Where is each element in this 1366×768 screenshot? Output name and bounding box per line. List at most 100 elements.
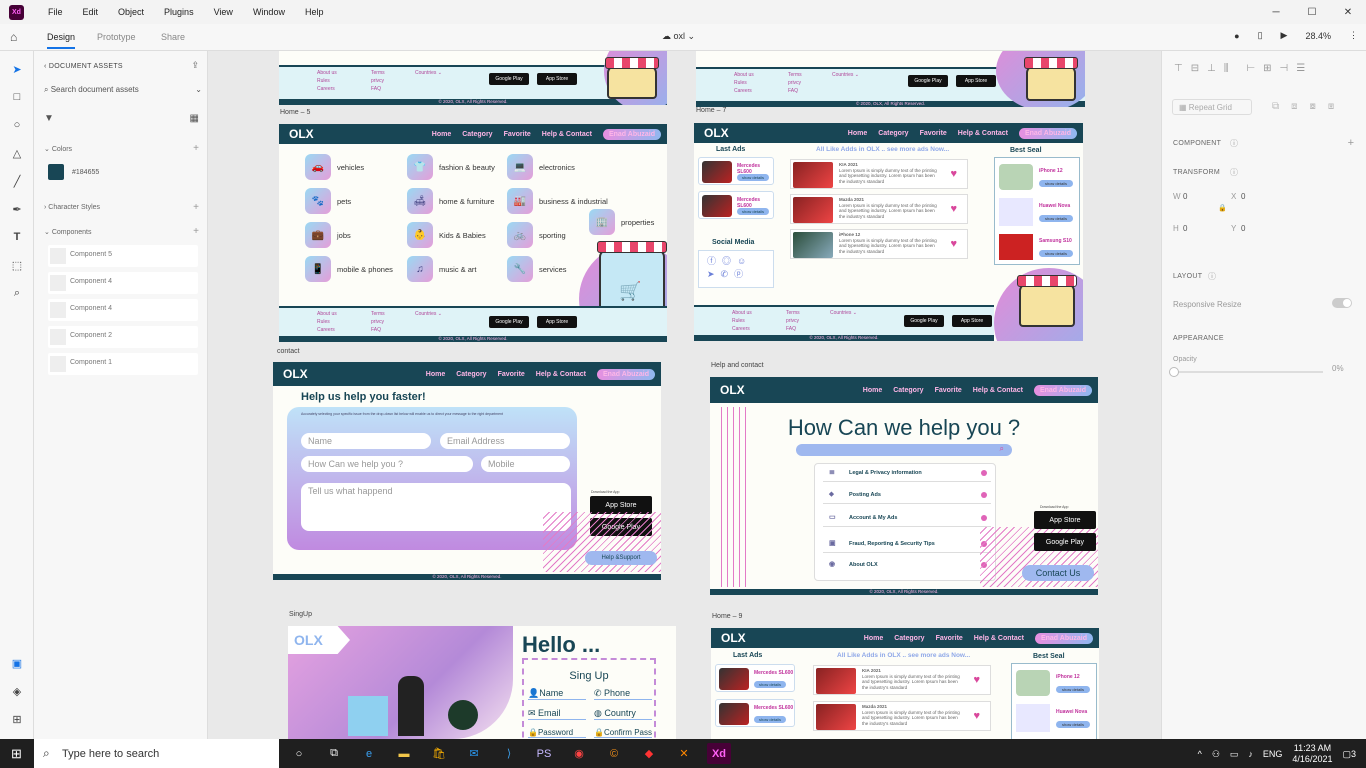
close-button[interactable]: ✕ [1330,0,1366,24]
nav-category[interactable]: Category [893,387,923,394]
olx-logo[interactable]: OLX [720,383,750,397]
password-field[interactable]: 🔒Password [528,728,586,738]
footer-link[interactable]: Careers [317,326,337,334]
nav-category[interactable]: Category [462,131,492,138]
menu-object[interactable]: Object [108,7,154,17]
distribute-horizontal-icon[interactable]: ☰ [1296,63,1305,74]
add-component-icon[interactable]: + [1348,137,1354,149]
volume-icon[interactable]: ♪ [1248,749,1253,759]
heart-icon[interactable]: ♥ [950,168,957,180]
tab-design[interactable]: Design [47,32,76,49]
artboard-help-contact[interactable]: OLX Home Category Favorite Help & Contac… [710,377,1098,595]
nav-home[interactable]: Home [864,635,883,642]
align-right-icon[interactable]: ⊣ [1280,63,1289,74]
category-fashion[interactable]: 👕 fashion & beauty [407,154,495,180]
app-store-badge[interactable]: App Store [952,315,992,327]
nav-home[interactable]: Home [848,130,867,137]
width-input[interactable]: 0 [1183,192,1187,201]
help-item[interactable]: ≣ Legal & Privacy information [823,464,991,482]
filter-icon[interactable]: ▼ [44,113,54,124]
artboard-label[interactable]: Help and contact [711,362,764,369]
contact-us-button[interactable]: Contact Us [1022,565,1094,581]
google-play-badge[interactable]: Google Play [1034,533,1096,551]
email-field[interactable]: Email Address [440,433,570,449]
artboard-tool-icon[interactable]: ⬚ [10,259,24,272]
assets-header[interactable]: ‹ DOCUMENT ASSETS [44,63,123,70]
category-services[interactable]: 🔧 services [507,256,567,282]
footer-link[interactable]: FAQ [788,87,802,95]
car-card[interactable]: Mercedes SL600 show details [698,191,774,219]
clock[interactable]: 11:23 AM 4/16/2021 [1292,743,1332,765]
snapchat-icon[interactable]: ☺ [737,256,752,266]
show-details-button[interactable]: show details [1039,215,1073,222]
x-input[interactable]: 0 [1241,192,1245,201]
info-icon[interactable]: ⓘ [1208,271,1216,282]
footer-link[interactable]: Rules [317,77,337,85]
help-support-button[interactable]: Help &Support [585,551,657,565]
show-details-button[interactable]: show details [737,208,769,215]
opacity-slider[interactable] [1169,367,1323,377]
app-store-badge[interactable]: App Store [537,316,577,328]
user-badge[interactable]: Enad Abuzaid [1034,632,1093,644]
country-field[interactable]: ◍ Country [594,708,652,720]
nav-favorite[interactable]: Favorite [935,387,962,394]
zoom-tool-icon[interactable]: ⌕ [10,287,24,300]
all-like-ads-link[interactable]: All Like Adds in OLX .. see more ads Now… [837,652,970,659]
app-store-badge[interactable]: App Store [956,75,996,87]
boolean-exclude-icon[interactable]: ⧆ [1328,101,1334,112]
heart-icon[interactable]: ♥ [950,238,957,250]
select-tool-icon[interactable]: ➤ [10,63,24,76]
help-item[interactable]: ▣ Fraud, Reporting & Security Tips [823,535,991,553]
taskbar-search[interactable]: ⌕ Type here to search [34,739,279,768]
zoom-level[interactable]: 28.4% [1305,31,1331,41]
category-music[interactable]: ♫ music & art [407,256,477,282]
help-search-bar[interactable]: ⌕ [796,444,1012,456]
user-icon[interactable]: ● [1234,31,1239,41]
nav-home[interactable]: Home [426,371,445,378]
show-details-button[interactable]: show details [737,174,769,181]
pen-tool-icon[interactable]: ✒ [10,203,24,216]
adobe-xd-icon[interactable]: Xd [707,743,731,764]
google-play-badge[interactable]: Google Play [489,316,529,328]
category-mobile[interactable]: 📱 mobile & phones [305,256,393,282]
ad-row[interactable]: KIA 2021 Lorem Ipsum is simply dummy text… [813,665,991,695]
category-home-furniture[interactable]: 🛋 home & furniture [407,188,494,214]
anydesk-icon[interactable]: ◆ [637,743,661,764]
opacity-slider-handle[interactable] [1169,367,1179,377]
show-details-button[interactable]: show details [754,716,786,723]
app-c-icon[interactable]: © [602,743,626,764]
assets-search-input[interactable]: ⌕ Search document assets ⌄ [44,85,202,99]
all-like-ads-link[interactable]: All Like Adds in OLX .. see more ads Now… [816,146,949,153]
lock-aspect-icon[interactable]: 🔒 [1218,204,1227,212]
phpstorm-icon[interactable]: PS [532,743,556,764]
car-card[interactable]: Mercedes SL600 show details [698,157,774,185]
artboard-contact[interactable]: OLX Home Category Favorite Help & Contac… [273,362,661,580]
footer-link[interactable]: Rules [734,79,754,87]
telegram-icon[interactable]: ➤ [707,269,721,279]
maximize-button[interactable]: ☐ [1294,0,1330,24]
boolean-intersect-icon[interactable]: ⧇ [1310,101,1316,112]
show-details-button[interactable]: show details [1056,686,1090,693]
footer-link[interactable]: About us [734,71,754,79]
chevron-down-icon[interactable]: ⌄ [195,85,202,94]
artboard-home-7[interactable]: OLX Home Category Favorite Help & Contac… [694,123,1083,341]
menu-edit[interactable]: Edit [73,7,109,17]
component-item[interactable]: Component 4 [48,272,198,294]
heart-icon[interactable]: ♥ [973,674,980,686]
edge-icon[interactable]: e [357,743,381,764]
countries-dropdown[interactable]: Countries ⌄ [415,310,442,318]
footer-link[interactable]: Careers [732,325,752,333]
tab-share[interactable]: Share [161,32,185,42]
mail-icon[interactable]: ✉ [462,743,486,764]
assets-panel-icon[interactable]: ▣ [10,657,24,670]
car-card[interactable]: Mercedes SL600 show details [715,664,795,692]
nav-favorite[interactable]: Favorite [498,371,525,378]
help-item[interactable]: ▭ Account & My Ads [823,509,991,527]
heart-icon[interactable]: ♥ [950,203,957,215]
design-canvas[interactable]: About us Rules Careers Terms privcy FAQ Coun… [208,51,1161,739]
google-play-badge[interactable]: Google Play [904,315,944,327]
category-pets[interactable]: 🐾 pets [305,188,351,214]
artboard-label[interactable]: Home – 7 [696,107,726,114]
boolean-add-icon[interactable]: ⧉ [1272,101,1279,112]
heart-icon[interactable]: ♥ [973,710,980,722]
